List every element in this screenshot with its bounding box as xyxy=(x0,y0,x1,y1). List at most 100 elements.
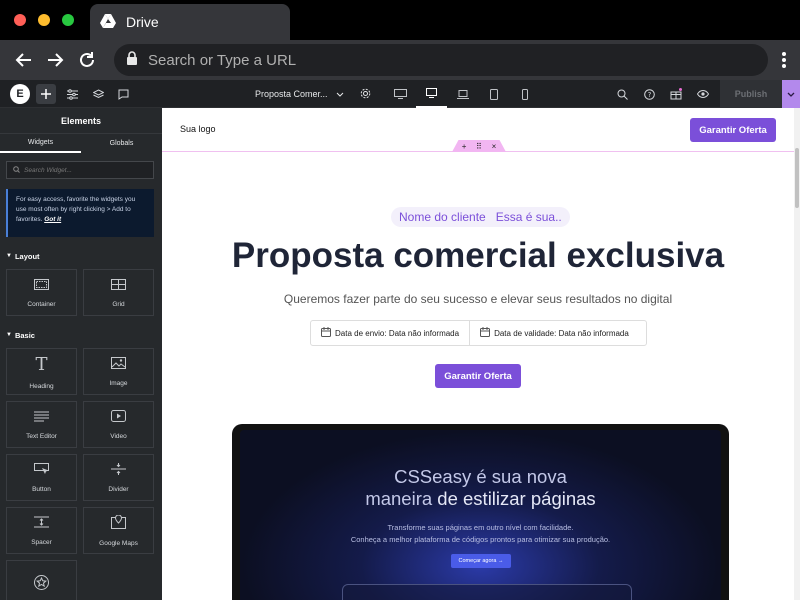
client-pill: Nome do cliente Essa é sua.. xyxy=(391,207,570,227)
category-label: Layout xyxy=(14,251,40,261)
widget-search-placeholder: Search Widget... xyxy=(24,166,72,174)
mockup-desc-line2: Conheça a melhor plataforma de códigos p… xyxy=(350,535,611,544)
browser-toolbar: Search or Type a URL xyxy=(0,40,800,80)
widget-label: Container xyxy=(27,300,56,308)
category-basic[interactable]: ▼ Basic xyxy=(6,328,162,342)
gear-icon[interactable] xyxy=(360,88,371,101)
elementor-logo-icon[interactable]: E xyxy=(10,84,30,104)
settings-sliders-icon[interactable] xyxy=(62,84,82,104)
page-name: Proposta Comer... xyxy=(255,89,328,99)
widget-label: Text Editor xyxy=(26,432,57,440)
browser-tab[interactable]: Drive xyxy=(90,4,290,40)
send-date-text: Data de envio: Data não informada xyxy=(335,328,460,338)
tip-text: For easy access, favorite the widgets yo… xyxy=(16,196,136,223)
scrollbar-thumb[interactable] xyxy=(795,148,799,208)
chevron-down-icon xyxy=(336,89,344,99)
desktop-icon[interactable] xyxy=(416,80,447,108)
publish-options-chevron-icon[interactable] xyxy=(782,80,800,108)
back-arrow-icon[interactable] xyxy=(12,48,36,72)
comments-icon[interactable] xyxy=(113,84,133,104)
category-label: Basic xyxy=(14,330,35,340)
mobile-icon[interactable] xyxy=(509,80,540,108)
widget-label: Divider xyxy=(108,485,129,493)
widget-star-rating[interactable] xyxy=(6,560,77,600)
widget-button[interactable]: Button xyxy=(6,454,77,501)
mockup-headline: CSSeasy é sua nova maneira de estilizar … xyxy=(240,466,721,510)
forward-arrow-icon[interactable] xyxy=(43,48,67,72)
text-editor-icon xyxy=(34,410,49,425)
layers-icon[interactable] xyxy=(88,84,108,104)
mockup-headline-line1: CSSeasy é sua nova xyxy=(394,466,567,487)
widget-label: Spacer xyxy=(31,538,52,546)
lock-icon xyxy=(126,51,138,69)
widget-google-maps[interactable]: Google Maps xyxy=(83,507,154,554)
widget-video[interactable]: Video xyxy=(83,401,154,448)
caret-down-icon: ▼ xyxy=(6,332,12,338)
client-name: Nome do cliente xyxy=(399,210,486,224)
hero-subtitle: Queremos fazer parte do seu sucesso e el… xyxy=(283,292,673,306)
page-header: Sua logo Garantir Oferta + ⠿ × xyxy=(162,108,794,152)
got-it-link[interactable]: Got it xyxy=(44,216,61,223)
widget-label: Heading xyxy=(29,382,54,390)
help-icon[interactable]: ? xyxy=(639,84,659,104)
search-icon[interactable] xyxy=(612,84,632,104)
widget-container[interactable]: Container xyxy=(6,269,77,316)
eye-icon[interactable] xyxy=(693,84,713,104)
browser-tabstrip: Drive xyxy=(0,0,800,40)
widget-image[interactable]: Image xyxy=(83,348,154,395)
reload-icon[interactable] xyxy=(75,48,99,72)
drag-handle-icon[interactable]: ⠿ xyxy=(476,142,482,151)
browser-menu-icon[interactable] xyxy=(774,48,794,72)
send-date: Data de envio: Data não informada xyxy=(311,321,471,345)
maximize-window-button[interactable] xyxy=(62,14,74,26)
widget-divider[interactable]: Divider xyxy=(83,454,154,501)
widget-spacer[interactable]: Spacer xyxy=(6,507,77,554)
star-icon xyxy=(34,574,49,593)
mockup-headline-line2a: maneira xyxy=(365,488,438,509)
minimize-window-button[interactable] xyxy=(38,14,50,26)
widget-search-input[interactable]: Search Widget... xyxy=(6,161,154,179)
mockup-start-button: Começar agora → xyxy=(451,554,511,568)
close-window-button[interactable] xyxy=(14,14,26,26)
tablet-icon[interactable] xyxy=(478,80,509,108)
delete-section-icon[interactable]: × xyxy=(492,142,497,151)
image-icon xyxy=(111,356,126,372)
widget-label: Google Maps xyxy=(99,539,138,547)
widget-heading[interactable]: T Heading xyxy=(6,348,77,395)
hero-title: Proposta comercial exclusiva xyxy=(231,236,725,275)
client-tagline: Essa é sua.. xyxy=(495,210,562,224)
widget-grid[interactable]: Grid xyxy=(83,269,154,316)
search-icon xyxy=(13,165,20,175)
gift-icon[interactable] xyxy=(666,84,686,104)
mockup-preview-frame xyxy=(342,584,632,600)
category-layout[interactable]: ▼ Layout xyxy=(6,249,162,263)
mockup-headline-line2b: de estilizar páginas xyxy=(437,488,596,509)
editor-topbar: E Proposta Comer... ? Publish xyxy=(0,80,800,108)
add-section-icon[interactable]: + xyxy=(462,142,467,151)
publish-button[interactable]: Publish xyxy=(720,80,782,108)
widget-text-editor[interactable]: Text Editor xyxy=(6,401,77,448)
site-logo-text[interactable]: Sua logo xyxy=(180,124,216,134)
page-selector[interactable]: Proposta Comer... xyxy=(255,84,371,104)
header-cta-button[interactable]: Garantir Oferta xyxy=(690,118,776,142)
hero-cta-button[interactable]: Garantir Oferta xyxy=(435,364,521,388)
mockup-description: Transforme suas páginas em outro nível c… xyxy=(240,522,721,546)
calendar-icon xyxy=(480,327,491,339)
page-canvas: Sua logo Garantir Oferta + ⠿ × Nome do c… xyxy=(162,108,794,600)
tab-widgets[interactable]: Widgets xyxy=(0,134,81,153)
video-icon xyxy=(111,409,126,425)
canvas-scrollbar[interactable] xyxy=(794,108,800,600)
desktop-wide-icon[interactable] xyxy=(385,80,416,108)
widget-label: Grid xyxy=(112,300,125,308)
button-icon xyxy=(34,462,49,478)
device-switcher xyxy=(385,80,540,108)
url-bar[interactable]: Search or Type a URL xyxy=(114,44,768,76)
laptop-icon[interactable] xyxy=(447,80,478,108)
add-element-icon[interactable] xyxy=(36,84,56,104)
url-placeholder: Search or Type a URL xyxy=(148,51,297,69)
tab-globals[interactable]: Globals xyxy=(81,134,162,153)
svg-text:?: ? xyxy=(647,91,651,99)
heading-icon: T xyxy=(35,353,48,375)
section-handle[interactable]: + ⠿ × xyxy=(452,140,506,152)
map-icon xyxy=(111,513,126,532)
